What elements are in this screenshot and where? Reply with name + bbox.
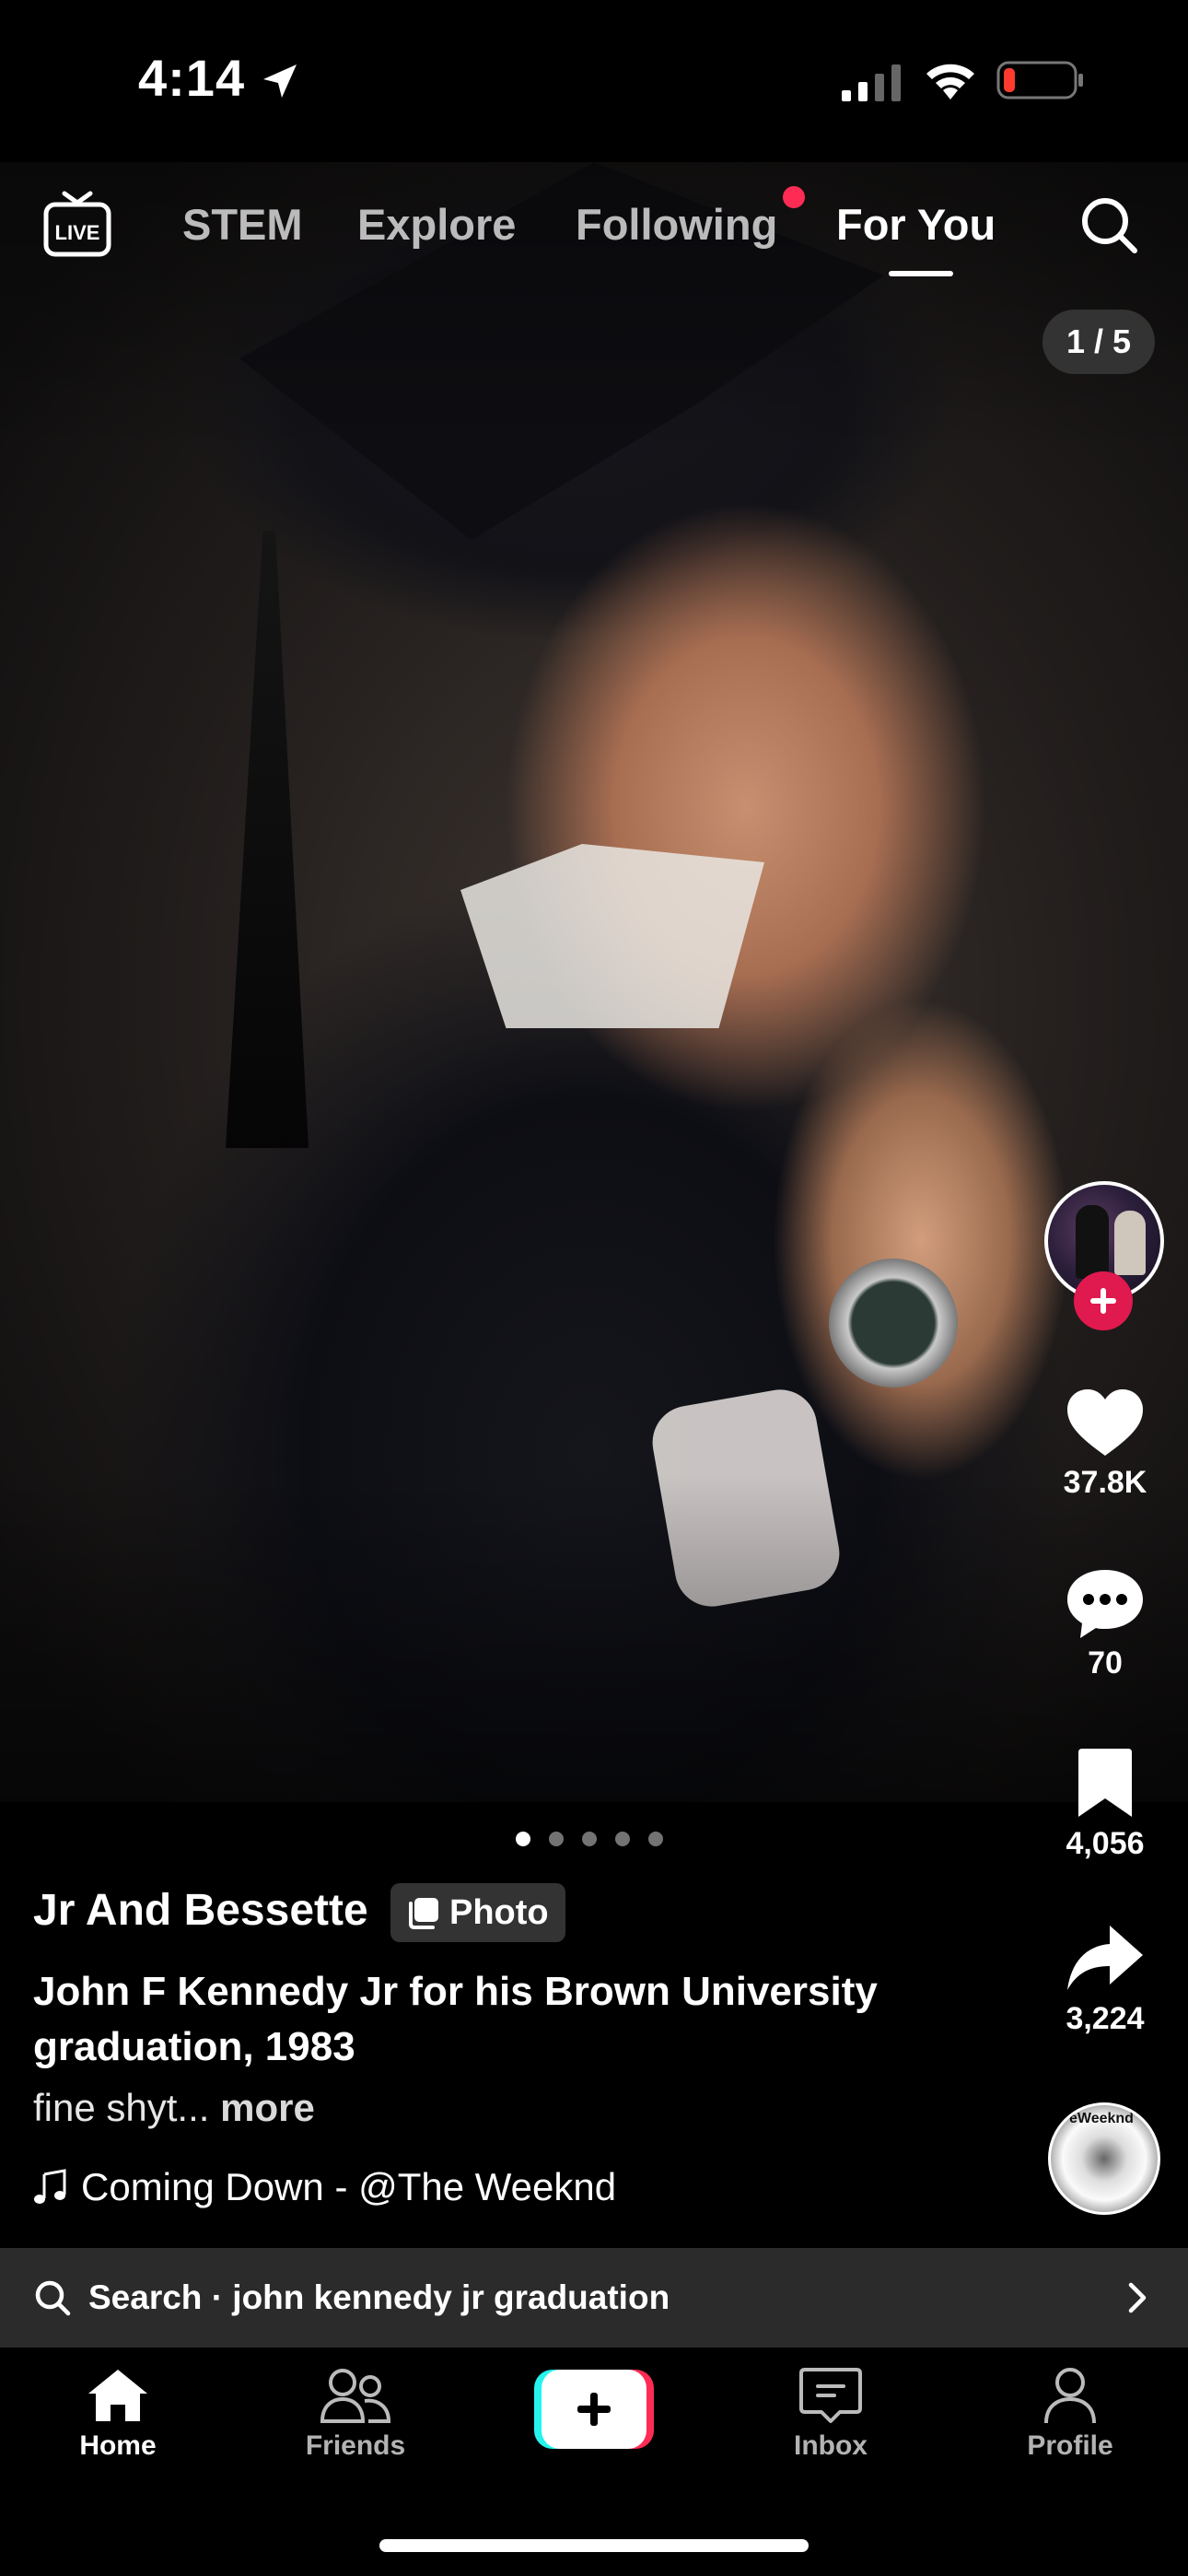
photo-shade — [0, 162, 1188, 1802]
search-icon — [35, 2280, 71, 2316]
carousel-dot — [582, 1832, 597, 1846]
tab-for-you[interactable]: For You — [836, 199, 996, 250]
music-disc[interactable]: eWeeknd — [1048, 2102, 1160, 2215]
slide-counter: 1 / 5 — [1042, 310, 1155, 374]
heart-icon — [1067, 1389, 1143, 1456]
status-bar: 4:14 — [0, 0, 1188, 162]
carousel-dot — [648, 1832, 663, 1846]
photo-badge: Photo — [390, 1883, 565, 1942]
create-button-face — [542, 2370, 646, 2449]
post-description[interactable]: fine shyt... more — [33, 2086, 315, 2130]
battery-low-icon — [996, 61, 1083, 100]
carousel-dot — [615, 1832, 630, 1846]
profile-icon — [1044, 2368, 1096, 2424]
author-name[interactable]: Jr And Bessette — [33, 1885, 368, 1936]
tab-stem[interactable]: STEM — [182, 199, 303, 250]
inbox-icon — [799, 2368, 862, 2423]
nav-inbox[interactable]: Inbox — [739, 2366, 923, 2462]
home-icon — [88, 2370, 147, 2421]
bookmark-icon — [1078, 1749, 1132, 1817]
carousel-dots — [516, 1832, 663, 1846]
bottom-tab-bar: Home Friends Inbox Profile — [0, 2348, 1188, 2576]
nav-profile-label: Profile — [1027, 2430, 1113, 2461]
nav-home-label: Home — [79, 2430, 157, 2461]
carousel-dot — [549, 1832, 564, 1846]
create-icon — [577, 2393, 611, 2426]
post-caption: John F Kennedy Jr for his Brown Universi… — [33, 1969, 878, 2069]
share-count: 3,224 — [1066, 2001, 1145, 2036]
music-disc-label: eWeeknd — [1069, 2111, 1134, 2126]
photo-stack-icon — [409, 1898, 438, 1929]
search-suggestion-bar[interactable]: Search · john kennedy jr graduation — [0, 2248, 1188, 2348]
music-title: Coming Down - @The Weeknd — [81, 2165, 617, 2208]
comment-action[interactable]: 70 — [1041, 1566, 1170, 1681]
nav-profile[interactable]: Profile — [978, 2366, 1162, 2462]
comment-bubble-icon — [1067, 1570, 1143, 1638]
plus-icon — [1090, 1288, 1116, 1314]
top-nav: LIVE STEM Explore Following For You — [0, 162, 1188, 300]
carousel-dot-active — [516, 1832, 530, 1846]
location-arrow-icon — [263, 64, 297, 98]
nav-inbox-label: Inbox — [794, 2430, 868, 2461]
svg-text:LIVE: LIVE — [55, 221, 100, 244]
more-link[interactable]: more — [220, 2086, 315, 2129]
avatar-figure-right — [1114, 1211, 1146, 1275]
post-photo[interactable] — [0, 162, 1188, 1802]
chevron-right-icon — [1128, 2282, 1147, 2313]
home-indicator[interactable] — [379, 2539, 809, 2552]
wifi-icon — [926, 64, 974, 100]
nav-friends-label: Friends — [305, 2430, 406, 2461]
search-icon[interactable] — [1079, 195, 1140, 256]
nav-home[interactable]: Home — [26, 2366, 210, 2462]
music-track[interactable]: Coming Down - @The Weeknd — [33, 2165, 616, 2209]
live-tv-icon[interactable]: LIVE — [42, 190, 112, 260]
follow-button[interactable] — [1074, 1271, 1133, 1330]
like-action[interactable]: 37.8K — [1041, 1386, 1170, 1501]
create-button[interactable] — [534, 2370, 654, 2449]
active-tab-indicator — [889, 271, 953, 276]
comment-count: 70 — [1088, 1645, 1123, 1680]
cellular-signal-icon — [842, 64, 901, 101]
search-suggestion-label: Search · john kennedy jr graduation — [88, 2278, 670, 2316]
tab-explore[interactable]: Explore — [357, 199, 516, 250]
avatar-figure-left — [1076, 1205, 1109, 1279]
music-note-icon — [34, 2169, 66, 2204]
friends-icon — [320, 2369, 391, 2423]
like-count: 37.8K — [1063, 1465, 1147, 1500]
description-text: fine shyt... — [33, 2086, 210, 2129]
status-time: 4:14 — [138, 49, 246, 107]
bookmark-action[interactable]: 4,056 — [1041, 1747, 1170, 1862]
photo-badge-label: Photo — [449, 1892, 549, 1932]
share-arrow-icon — [1067, 1926, 1143, 1990]
nav-friends[interactable]: Friends — [263, 2366, 448, 2462]
following-notification-dot — [783, 186, 805, 208]
bookmark-count: 4,056 — [1066, 1826, 1145, 1861]
share-action[interactable]: 3,224 — [1041, 1922, 1170, 2037]
tab-following[interactable]: Following — [576, 199, 777, 250]
